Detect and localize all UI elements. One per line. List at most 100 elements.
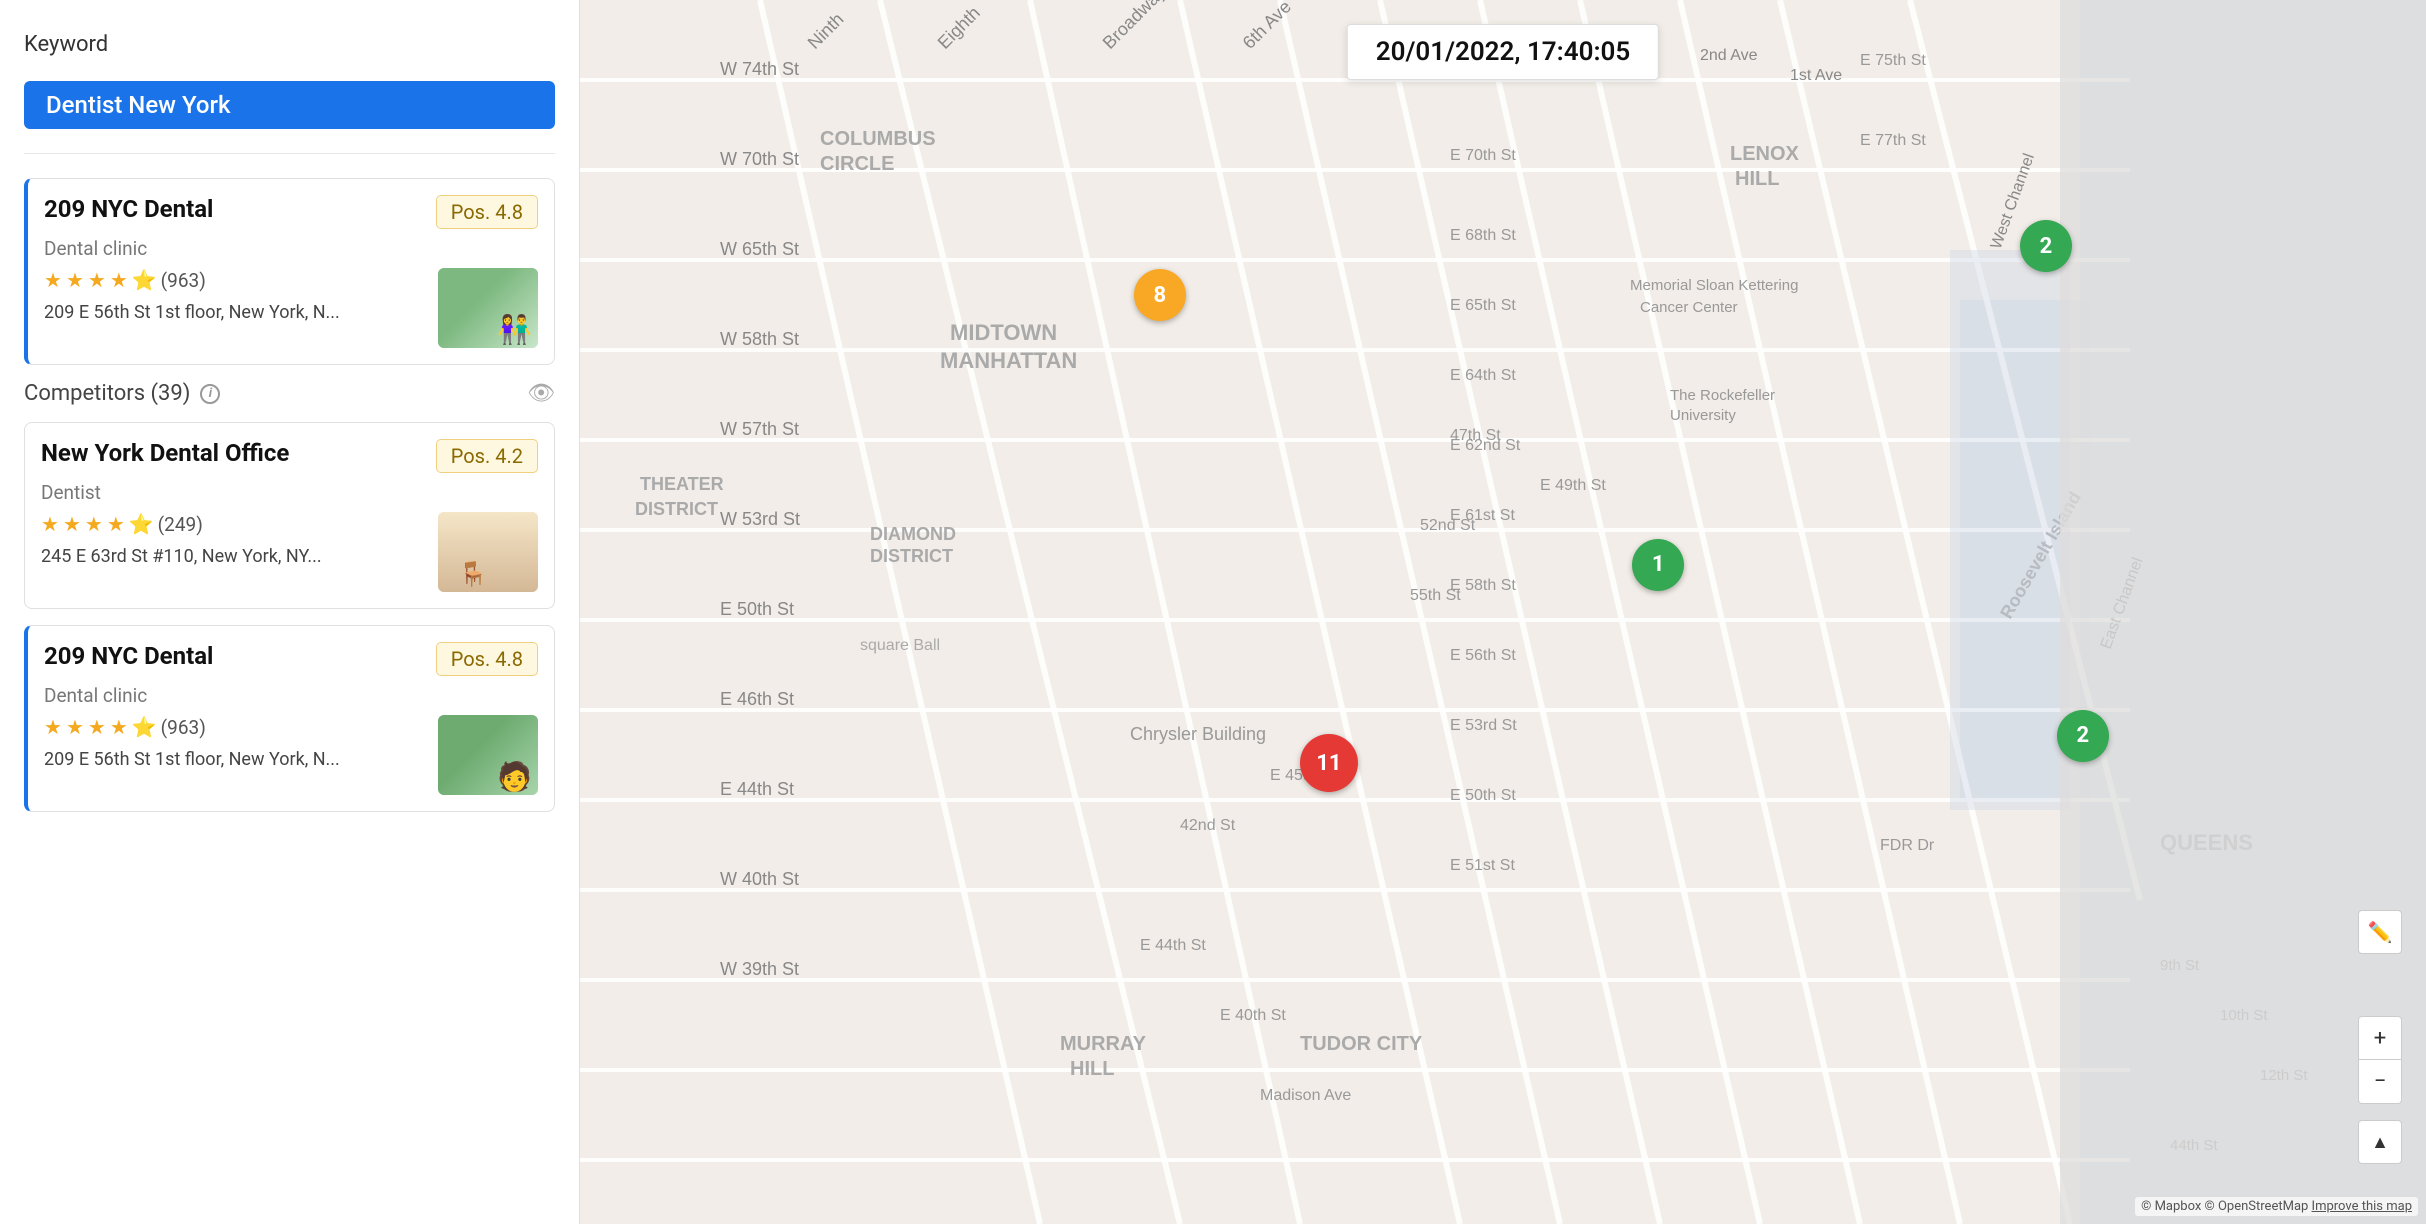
main-listing-type: Dental clinic <box>44 237 538 260</box>
svg-text:square Ball: square Ball <box>860 637 940 654</box>
svg-text:DIAMOND: DIAMOND <box>870 524 956 544</box>
svg-text:E 56th St: E 56th St <box>1450 647 1516 664</box>
left-panel: Keyword Dentist New York 209 NYC Dental … <box>0 0 580 1224</box>
keyword-badge[interactable]: Dentist New York <box>24 81 555 129</box>
svg-text:E 70th St: E 70th St <box>1450 147 1516 164</box>
main-listing-image <box>438 268 538 348</box>
svg-text:W 39th St: W 39th St <box>720 959 799 979</box>
map-svg: W 74th St W 70th St W 65th St W 58th St … <box>580 0 2426 1224</box>
svg-text:W 53rd St: W 53rd St <box>720 509 800 529</box>
svg-text:2nd Ave: 2nd Ave <box>1700 47 1758 64</box>
eye-icon[interactable]: 👁 <box>527 381 555 406</box>
zoom-in-button[interactable]: + <box>2358 1016 2402 1060</box>
svg-text:Memorial Sloan Kettering: Memorial Sloan Kettering <box>1630 277 1798 294</box>
svg-text:42nd St: 42nd St <box>1180 817 1236 834</box>
svg-text:DISTRICT: DISTRICT <box>870 546 953 566</box>
svg-text:Madison Ave: Madison Ave <box>1260 1087 1351 1104</box>
competitor-0-image <box>438 512 538 592</box>
svg-text:E 77th St: E 77th St <box>1860 132 1926 149</box>
c0-star-3: ★ <box>85 512 103 536</box>
competitor-0-address: 245 E 63rd St #110, New York, NY... <box>41 546 426 567</box>
attribution-text: © Mapbox © OpenStreetMap <box>2141 1199 2311 1214</box>
c0-star-1: ★ <box>41 512 59 536</box>
competitor-1-image <box>438 715 538 795</box>
c0-star-half: ⭐ <box>129 512 154 536</box>
competitor-1-header: 209 NYC Dental Pos. 4.8 <box>44 642 538 676</box>
competitor-0-type: Dentist <box>41 481 538 504</box>
timestamp-text: 20/01/2022, 17:40:05 <box>1376 37 1630 67</box>
svg-text:E 49th St: E 49th St <box>1540 477 1606 494</box>
competitor-card-0: New York Dental Office Pos. 4.2 Dentist … <box>24 422 555 609</box>
svg-text:E 50th St: E 50th St <box>1450 787 1516 804</box>
svg-text:E 61st St: E 61st St <box>1450 507 1515 524</box>
svg-text:MURRAY: MURRAY <box>1060 1033 1147 1055</box>
improve-map-link[interactable]: Improve this map <box>2312 1199 2412 1214</box>
svg-text:COLUMBUS: COLUMBUS <box>820 128 936 150</box>
competitor-1-photo <box>438 715 538 795</box>
svg-text:E 68th St: E 68th St <box>1450 227 1516 244</box>
competitor-0-pos-badge: Pos. 4.2 <box>436 439 538 473</box>
competitor-0-header: New York Dental Office Pos. 4.2 <box>41 439 538 473</box>
map-marker-8[interactable]: 8 <box>1134 269 1186 321</box>
svg-text:Chrysler Building: Chrysler Building <box>1130 724 1266 744</box>
main-listing-pos-badge: Pos. 4.8 <box>436 195 538 229</box>
competitor-1-address: 209 E 56th St 1st floor, New York, N... <box>44 749 426 770</box>
svg-text:E 44th St: E 44th St <box>1140 937 1206 954</box>
svg-text:E 58th St: E 58th St <box>1450 577 1516 594</box>
map-pencil-button[interactable]: ✏️ <box>2358 910 2402 954</box>
map-marker-2b[interactable]: 2 <box>2057 710 2109 762</box>
svg-text:E 65th St: E 65th St <box>1450 297 1516 314</box>
divider-1 <box>24 153 555 154</box>
competitor-0-info: ★ ★ ★ ★ ⭐ (249) 245 E 63rd St #110, New … <box>41 512 426 567</box>
competitor-1-pos-badge: Pos. 4.8 <box>436 642 538 676</box>
main-listing-address: 209 E 56th St 1st floor, New York, N... <box>44 302 426 323</box>
svg-text:W 74th St: W 74th St <box>720 59 799 79</box>
svg-text:THEATER: THEATER <box>640 474 724 494</box>
svg-text:W 40th St: W 40th St <box>720 869 799 889</box>
timestamp-box: 20/01/2022, 17:40:05 <box>1347 24 1659 80</box>
svg-text:HILL: HILL <box>1070 1058 1114 1080</box>
c1-star-half: ⭐ <box>132 715 157 739</box>
svg-text:E 46th St: E 46th St <box>720 689 794 709</box>
svg-text:The Rockefeller: The Rockefeller <box>1670 387 1775 404</box>
competitor-1-name: 209 NYC Dental <box>44 642 213 670</box>
map-marker-2a[interactable]: 2 <box>2020 220 2072 272</box>
competitor-0-body: ★ ★ ★ ★ ⭐ (249) 245 E 63rd St #110, New … <box>41 512 538 592</box>
main-listing-stars: ★ ★ ★ ★ ⭐ (963) <box>44 268 426 292</box>
star-3: ★ <box>88 268 106 292</box>
competitor-0-name: New York Dental Office <box>41 439 289 467</box>
map-panel[interactable]: W 74th St W 70th St W 65th St W 58th St … <box>580 0 2426 1224</box>
star-half: ⭐ <box>132 268 157 292</box>
map-marker-11[interactable]: 11 <box>1300 734 1358 792</box>
svg-text:CIRCLE: CIRCLE <box>820 153 894 175</box>
svg-text:W 58th St: W 58th St <box>720 329 799 349</box>
svg-text:DISTRICT: DISTRICT <box>635 499 718 519</box>
svg-text:E 62nd St: E 62nd St <box>1450 437 1521 454</box>
svg-text:1st Ave: 1st Ave <box>1790 67 1842 84</box>
svg-text:HILL: HILL <box>1735 168 1779 190</box>
main-listing-info: ★ ★ ★ ★ ⭐ (963) 209 E 56th St 1st floor,… <box>44 268 426 323</box>
svg-text:FDR Dr: FDR Dr <box>1880 837 1935 854</box>
svg-text:E 50th St: E 50th St <box>720 599 794 619</box>
star-4: ★ <box>110 268 128 292</box>
keyword-label: Keyword <box>24 32 555 57</box>
svg-text:W 70th St: W 70th St <box>720 149 799 169</box>
main-listing-name: 209 NYC Dental <box>44 195 213 223</box>
main-listing-review-count: (963) <box>161 269 206 292</box>
star-1: ★ <box>44 268 62 292</box>
competitor-1-stars: ★ ★ ★ ★ ⭐ (963) <box>44 715 426 739</box>
c1-star-1: ★ <box>44 715 62 739</box>
c0-star-4: ★ <box>107 512 125 536</box>
svg-text:LENOX: LENOX <box>1730 143 1800 165</box>
info-icon[interactable]: i <box>200 384 220 404</box>
zoom-out-button[interactable]: − <box>2358 1060 2402 1104</box>
main-listing-header: 209 NYC Dental Pos. 4.8 <box>44 195 538 229</box>
competitor-1-body: ★ ★ ★ ★ ⭐ (963) 209 E 56th St 1st floor,… <box>44 715 538 795</box>
competitor-card-1: 209 NYC Dental Pos. 4.8 Dental clinic ★ … <box>24 625 555 812</box>
svg-text:E 40th St: E 40th St <box>1220 1007 1286 1024</box>
competitors-label: Competitors (39) <box>24 381 190 406</box>
map-compass-button[interactable]: ▲ <box>2358 1120 2402 1164</box>
c1-star-3: ★ <box>88 715 106 739</box>
competitor-1-type: Dental clinic <box>44 684 538 707</box>
map-marker-1[interactable]: 1 <box>1632 539 1684 591</box>
